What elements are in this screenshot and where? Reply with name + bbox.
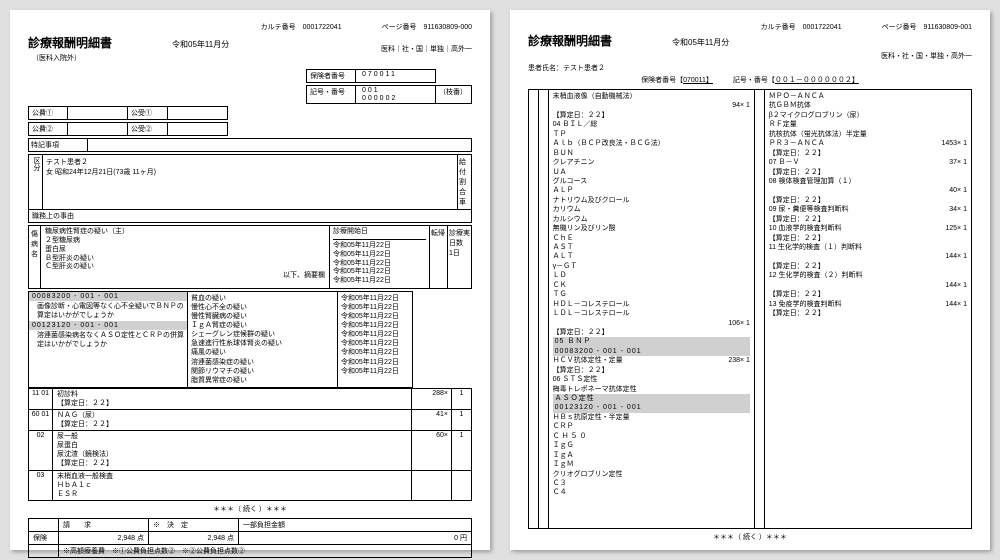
doc-subtitle: （医科入院外） xyxy=(32,53,472,63)
remarks-block: 00083200 - 001 - 001 画像診断・心電図等なく心不全疑いでＢＮ… xyxy=(28,291,472,388)
diagnosis-block: 傷 病 名 糖尿病性腎症の疑い（主）２型糖尿病 蛋白尿Ｂ型肝炎の疑い Ｃ型肝炎の… xyxy=(28,225,472,289)
doc-title: 診療報酬明細書 xyxy=(28,34,112,51)
services: 11 01初診料【算定日：２２】288×1 60 01ＮＡＧ（尿）【算定日：２２… xyxy=(28,388,472,501)
patient-name: テスト患者２ xyxy=(46,157,454,167)
patient-block: 区分 テスト患者２女 昭和24年12月21日(73歳 11ヶ月) 給付割合車 xyxy=(28,154,472,210)
footer-totals: 請 求※ 決 定一部負担金額 保険2,948 点2,948 点0 円 ※高額療養… xyxy=(28,518,472,558)
patient-name-p2: テスト患者２ xyxy=(563,65,605,72)
lab-results: 末梢血液像（自動機械法）94× 1 【算定日：２２】04 ＢＩＬ／総 ＴＰ Ａｌ… xyxy=(528,89,972,529)
page-2: カルテ番号 0001722041 ページ番号 911630809-001 診療報… xyxy=(510,10,990,550)
public-payer: 公費① 公受① xyxy=(28,106,472,120)
page-1: カルテ番号 0001722041 ページ番号 911630809-000 診療報… xyxy=(10,10,490,550)
categories: 医科｜社・国｜単独｜高外一 xyxy=(381,44,472,54)
billing-month: 令和05年11月分 xyxy=(172,39,229,50)
header-meta: カルテ番号 0001722041 ページ番号 911630809-000 xyxy=(28,22,472,32)
